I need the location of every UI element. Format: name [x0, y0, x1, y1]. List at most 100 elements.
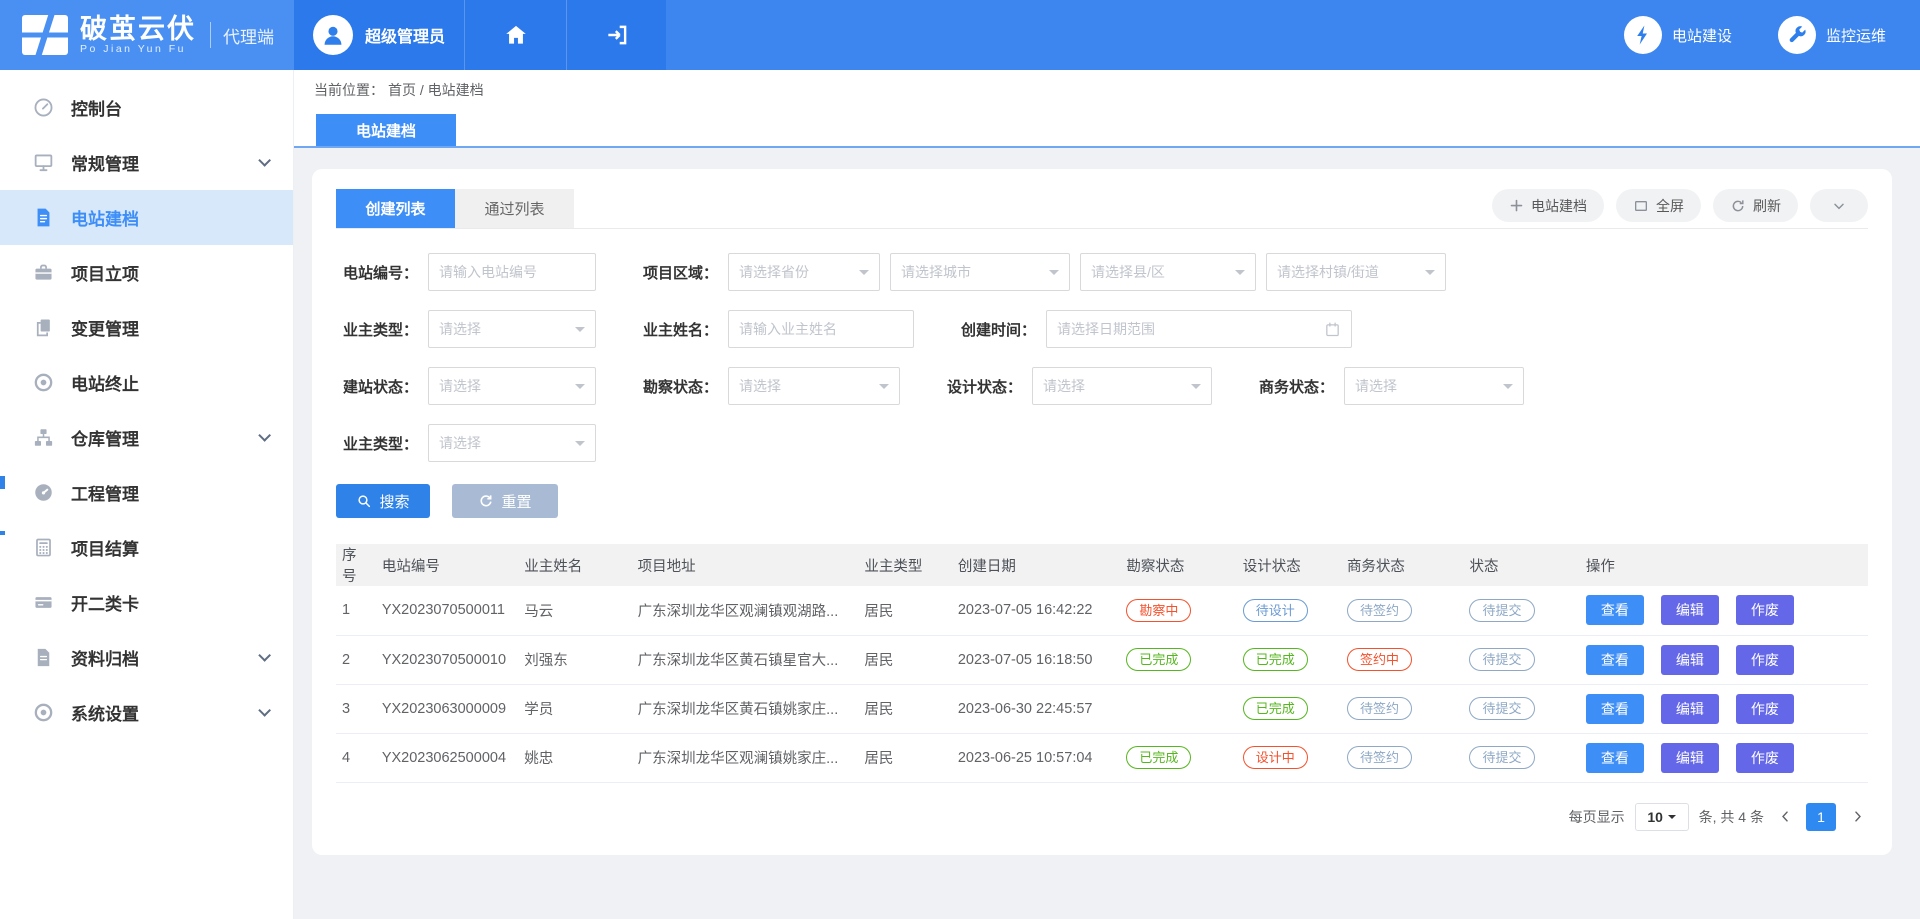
chevron-left-icon	[1778, 809, 1793, 824]
total-count-label: 条, 共 4 条	[1699, 807, 1764, 827]
design-status-select[interactable]: 请选择	[1032, 367, 1212, 405]
user-menu[interactable]: 超级管理员	[294, 0, 464, 70]
build-status-select[interactable]: 请选择	[428, 367, 596, 405]
sidebar-item-engineering-management[interactable]: 工程管理	[0, 465, 293, 520]
edit-button[interactable]: 编辑	[1661, 743, 1719, 773]
city-select[interactable]: 请选择城市	[890, 253, 1070, 291]
sidebar-item-system-settings[interactable]: 系统设置	[0, 685, 293, 740]
owner-name-label: 业主姓名：	[636, 319, 728, 340]
sidebar-item-station-termination[interactable]: 电站终止	[0, 355, 293, 410]
status-badge: 待提交	[1469, 697, 1534, 720]
owner-type2-select[interactable]: 请选择	[428, 424, 596, 462]
page-tabstrip: 电站建档	[294, 110, 1920, 148]
create-time-range-input[interactable]: 请选择日期范围	[1046, 310, 1352, 348]
user-name: 超级管理员	[365, 23, 445, 47]
prev-page-button[interactable]	[1774, 803, 1796, 831]
tab-create-list[interactable]: 创建列表	[336, 189, 455, 228]
business-status-select[interactable]: 请选择	[1344, 367, 1524, 405]
fullscreen-button[interactable]: 全屏	[1616, 189, 1701, 222]
station-code-input[interactable]	[428, 253, 596, 291]
portal-label: 代理端	[223, 23, 274, 48]
collapse-button[interactable]	[1810, 189, 1868, 222]
design-status-badge: 待设计	[1243, 599, 1308, 622]
caret-down-icon	[1191, 384, 1201, 394]
void-button[interactable]: 作废	[1736, 743, 1794, 773]
tab-passed-list[interactable]: 通过列表	[455, 189, 574, 228]
pagination: 每页显示 10 条, 共 4 条 1	[336, 803, 1868, 831]
breadcrumb-label: 当前位置：	[314, 80, 384, 100]
province-select[interactable]: 请选择省份	[728, 253, 880, 291]
business-status-label: 商务状态：	[1252, 376, 1344, 397]
breadcrumb: 当前位置： 首页 / 电站建档	[294, 70, 1920, 110]
nav-monitoring[interactable]: 监控运维	[1778, 16, 1886, 54]
brand-logo[interactable]: 破茧云伏 Po Jian Yun Fu 代理端	[0, 0, 294, 70]
view-button[interactable]: 查看	[1586, 694, 1644, 724]
page-number-button[interactable]: 1	[1806, 803, 1836, 831]
void-button[interactable]: 作废	[1736, 694, 1794, 724]
chevron-down-icon	[1831, 198, 1847, 214]
reset-button[interactable]: 重置	[452, 484, 558, 518]
logout-button[interactable]	[566, 0, 666, 70]
county-select[interactable]: 请选择县/区	[1080, 253, 1256, 291]
breadcrumb-path[interactable]: 首页 / 电站建档	[388, 80, 484, 100]
lightning-icon	[1624, 16, 1662, 54]
chevron-right-icon	[1850, 809, 1865, 824]
briefcase-icon	[32, 261, 55, 284]
document-icon	[32, 206, 55, 229]
divider	[210, 22, 211, 48]
business-status-badge: 签约中	[1347, 648, 1412, 671]
table-row: 3 YX2023063000009 学员 广东深圳龙华区黄石镇姚家庄... 居民…	[336, 684, 1868, 733]
sidebar-item-class2-card[interactable]: 开二类卡	[0, 575, 293, 630]
nav-construction[interactable]: 电站建设	[1624, 16, 1732, 54]
edit-button[interactable]: 编辑	[1661, 645, 1719, 675]
owner-name-input[interactable]	[728, 310, 914, 348]
home-button[interactable]	[464, 0, 566, 70]
sidebar-item-project-settlement[interactable]: 项目结算	[0, 520, 293, 575]
design-status-label: 设计状态：	[940, 376, 1032, 397]
table-row: 1 YX2023070500011 马云 广东深圳龙华区观澜镇观湖路... 居民…	[336, 586, 1868, 635]
edit-button[interactable]: 编辑	[1661, 595, 1719, 625]
business-status-badge: 待签约	[1347, 746, 1412, 769]
per-page-select[interactable]: 10	[1635, 803, 1689, 831]
home-icon	[503, 22, 529, 48]
view-button[interactable]: 查看	[1586, 595, 1644, 625]
calendar-icon	[1324, 321, 1341, 338]
card-icon	[32, 591, 55, 614]
town-select[interactable]: 请选择村镇/街道	[1266, 253, 1446, 291]
copy-icon	[32, 316, 55, 339]
refresh-button[interactable]: 刷新	[1713, 189, 1798, 222]
view-button[interactable]: 查看	[1586, 743, 1644, 773]
table-row: 4 YX2023062500004 姚忠 广东深圳龙华区观澜镇姚家庄... 居民…	[336, 733, 1868, 782]
survey-status-badge: 已完成	[1126, 746, 1191, 769]
sidebar-item-warehouse-management[interactable]: 仓库管理	[0, 410, 293, 465]
design-status-badge: 已完成	[1243, 697, 1308, 720]
search-button[interactable]: 搜索	[336, 484, 430, 518]
edit-button[interactable]: 编辑	[1661, 694, 1719, 724]
page-tab-station-archive[interactable]: 电站建档	[316, 114, 456, 146]
sidebar-item-general-management[interactable]: 常规管理	[0, 135, 293, 190]
next-page-button[interactable]	[1846, 803, 1868, 831]
monitor-icon	[32, 151, 55, 174]
sidebar-item-change-management[interactable]: 变更管理	[0, 300, 293, 355]
plus-icon	[1509, 198, 1524, 213]
view-button[interactable]: 查看	[1586, 645, 1644, 675]
build-status-label: 建站状态：	[336, 376, 428, 397]
app-title: 破茧云伏	[80, 15, 196, 43]
calculator-icon	[32, 536, 55, 559]
sidebar-item-console[interactable]: 控制台	[0, 80, 293, 135]
table-header-row: 序号 电站编号 业主姓名 项目地址 业主类型 创建日期 勘察状态 设计状态 商务…	[336, 544, 1868, 586]
create-time-label: 创建时间：	[954, 319, 1046, 340]
sidebar-item-station-archive[interactable]: 电站建档	[0, 190, 293, 245]
design-status-badge: 设计中	[1243, 746, 1308, 769]
sidebar-item-data-archiving[interactable]: 资料归档	[0, 630, 293, 685]
survey-status-select[interactable]: 请选择	[728, 367, 900, 405]
survey-status-label: 勘察状态：	[636, 376, 728, 397]
void-button[interactable]: 作废	[1736, 645, 1794, 675]
void-button[interactable]: 作废	[1736, 595, 1794, 625]
add-station-button[interactable]: 电站建档	[1492, 189, 1604, 222]
sidebar-item-project-initiation[interactable]: 项目立项	[0, 245, 293, 300]
filter-form: 电站编号： 项目区域： 请选择省份 请选择城市	[336, 253, 1868, 462]
app-subtitle: Po Jian Yun Fu	[80, 43, 196, 55]
caret-down-icon	[575, 327, 585, 337]
owner-type-select[interactable]: 请选择	[428, 310, 596, 348]
